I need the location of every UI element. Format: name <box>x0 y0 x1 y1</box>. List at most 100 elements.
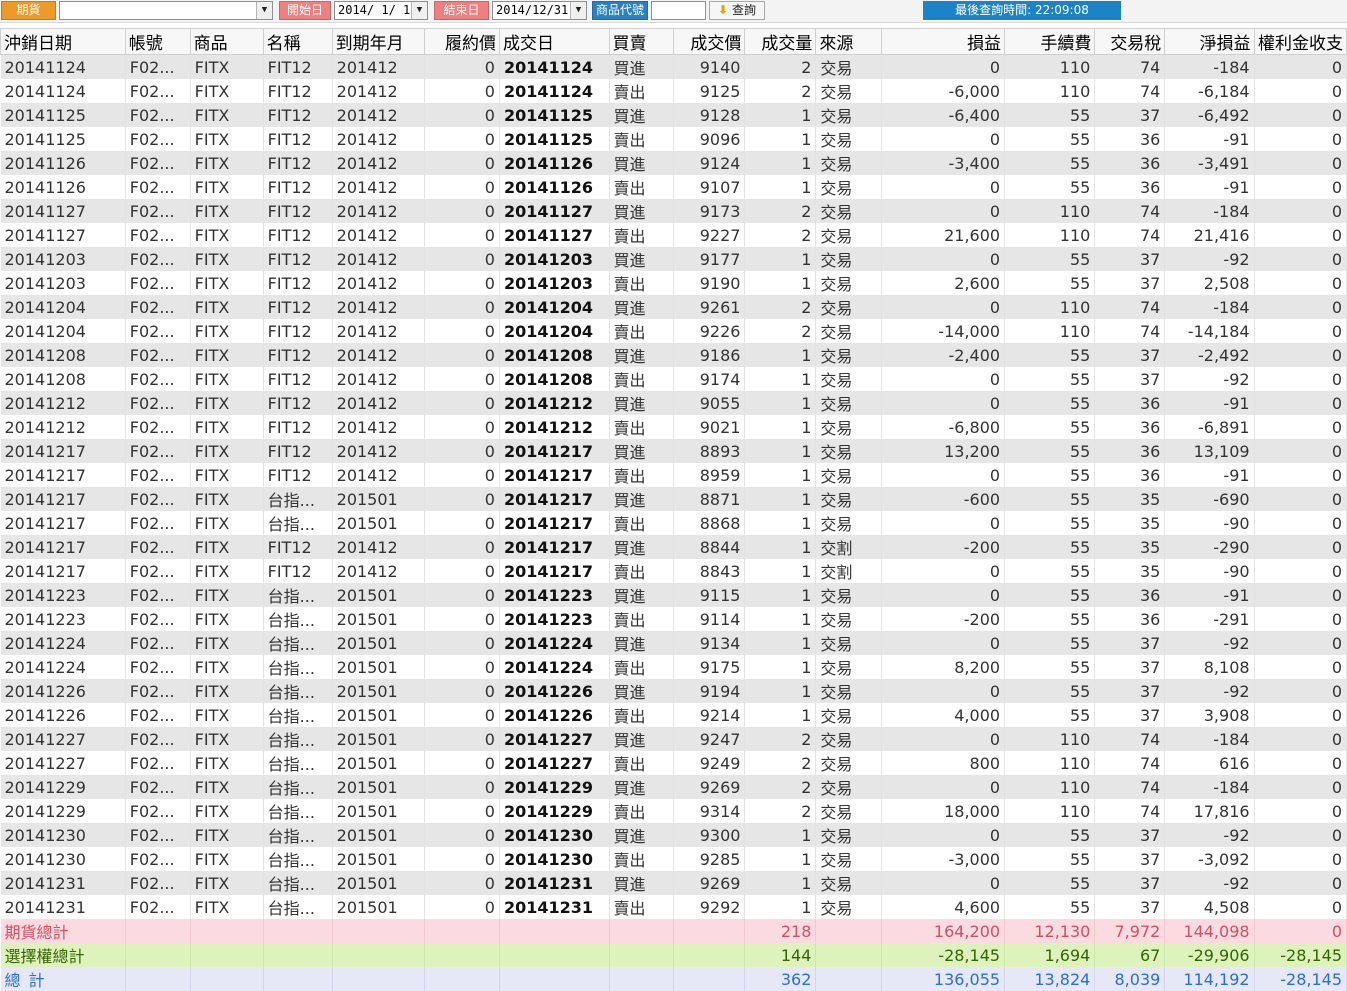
table-row[interactable]: 20141230 F02... FITX 台指... 201501 0 20141230 買進… <box>0 823 1347 847</box>
start-date-picker[interactable]: 2014/ 1/ 1 ▼ <box>334 1 428 20</box>
chevron-down-icon[interactable]: ▼ <box>411 2 427 19</box>
table-row[interactable]: 20141229 F02... FITX 台指... 201501 0 20141229 買進… <box>0 775 1347 799</box>
cell-trade-date: 20141227 <box>499 751 610 775</box>
table-row[interactable]: 20141208 F02... FITX FIT12 201412 0 20141208 賣出… <box>0 367 1347 391</box>
cell-strike: 0 <box>424 54 500 79</box>
cell-close-date: 20141217 <box>0 559 126 583</box>
grand-total-row[interactable]: 總計 362 136,055 13,824 8,039 114,192 -28,… <box>0 967 1347 991</box>
cell-fee: 55 <box>1004 511 1096 535</box>
cell-premium: 0 <box>1254 127 1347 151</box>
table-row[interactable]: 20141226 F02... FITX 台指... 201501 0 20141226 賣出… <box>0 703 1347 727</box>
chevron-down-icon[interactable]: ▼ <box>570 2 586 19</box>
col-header-pnl[interactable]: 損益 <box>881 28 1006 55</box>
table-row[interactable]: 20141127 F02... FITX FIT12 201412 0 20141127 買進… <box>0 199 1347 223</box>
cell-expiry: 201412 <box>332 79 425 103</box>
col-header-name[interactable]: 名稱 <box>262 28 333 55</box>
table-row[interactable]: 20141125 F02... FITX FIT12 201412 0 20141125 買進… <box>0 103 1347 127</box>
table-row[interactable]: 20141223 F02... FITX 台指... 201501 0 20141223 買進… <box>0 583 1347 607</box>
cell-volume: 2 <box>744 799 817 823</box>
cell-price: 9107 <box>673 175 746 199</box>
cell-side: 買進 <box>609 199 675 223</box>
table-row[interactable]: 20141230 F02... FITX 台指... 201501 0 20141230 賣出… <box>0 847 1347 871</box>
table-row[interactable]: 20141203 F02... FITX FIT12 201412 0 20141203 賣出… <box>0 271 1347 295</box>
cell-net-pnl: -92 <box>1164 679 1255 703</box>
col-header-trade-date[interactable]: 成交日 <box>498 28 610 55</box>
cell-volume: 1 <box>744 127 817 151</box>
table-row[interactable]: 20141231 F02... FITX 台指... 201501 0 20141231 買進… <box>0 871 1347 895</box>
table-row[interactable]: 20141227 F02... FITX 台指... 201501 0 20141227 賣出… <box>0 751 1347 775</box>
cell-product: FITX <box>190 127 264 151</box>
col-header-fee[interactable]: 手續費 <box>1004 28 1096 55</box>
cell-side: 買進 <box>609 823 675 847</box>
col-header-source[interactable]: 來源 <box>815 28 883 55</box>
col-header-premium[interactable]: 權利金收支 <box>1253 28 1347 55</box>
table-row[interactable]: 20141212 F02... FITX FIT12 201412 0 20141212 賣出… <box>0 415 1347 439</box>
cell-source: 交易 <box>815 799 883 823</box>
col-header-tax[interactable]: 交易稅 <box>1094 28 1166 55</box>
cell-strike: 0 <box>424 487 500 511</box>
cell-expiry: 201412 <box>332 535 425 559</box>
table-row[interactable]: 20141204 F02... FITX FIT12 201412 0 20141204 賣出… <box>0 319 1347 343</box>
summary-premium: -28,145 <box>1254 967 1347 991</box>
category-label[interactable]: 期貨 <box>1 1 56 20</box>
cell-source: 交易 <box>815 727 883 751</box>
cell-product: FITX <box>190 54 264 79</box>
col-header-close-date[interactable]: 沖銷日期 <box>0 28 126 55</box>
col-header-expiry[interactable]: 到期年月 <box>331 28 425 55</box>
table-row[interactable]: 20141217 F02... FITX FIT12 201412 0 20141217 買進… <box>0 439 1347 463</box>
table-row[interactable]: 20141229 F02... FITX 台指... 201501 0 20141229 賣出… <box>0 799 1347 823</box>
cell-expiry: 201501 <box>332 631 425 655</box>
table-row[interactable]: 20141212 F02... FITX FIT12 201412 0 20141212 買進… <box>0 391 1347 415</box>
cell-expiry: 201501 <box>332 895 425 919</box>
cell-product: FITX <box>190 319 264 343</box>
table-row[interactable]: 20141223 F02... FITX 台指... 201501 0 20141223 賣出… <box>0 607 1347 631</box>
table-row[interactable]: 20141227 F02... FITX 台指... 201501 0 20141227 買進… <box>0 727 1347 751</box>
table-row[interactable]: 20141124 F02... FITX FIT12 201412 0 20141124 賣出… <box>0 79 1347 103</box>
query-button[interactable]: ⬇ 查詢 <box>709 1 765 20</box>
cell-name: FIT12 <box>263 175 333 199</box>
table-row[interactable]: 20141127 F02... FITX FIT12 201412 0 20141127 賣出… <box>0 223 1347 247</box>
col-header-price[interactable]: 成交價 <box>673 28 746 55</box>
cell-close-date: 20141124 <box>0 54 126 79</box>
table-row[interactable]: 20141226 F02... FITX 台指... 201501 0 20141226 買進… <box>0 679 1347 703</box>
table-row[interactable]: 20141204 F02... FITX FIT12 201412 0 20141204 買進… <box>0 295 1347 319</box>
table-row[interactable]: 20141217 F02... FITX FIT12 201412 0 20141217 賣出… <box>0 559 1347 583</box>
table-row[interactable]: 20141126 F02... FITX FIT12 201412 0 20141126 賣出… <box>0 175 1347 199</box>
table-row[interactable]: 20141231 F02... FITX 台指... 201501 0 20141231 賣出… <box>0 895 1347 919</box>
cell-product: FITX <box>190 295 264 319</box>
account-select[interactable]: ▼ <box>59 1 273 20</box>
table-row[interactable]: 20141124 F02... FITX FIT12 201412 0 20141124 買進… <box>0 54 1347 79</box>
cell-close-date: 20141124 <box>0 79 126 103</box>
cell-premium: 0 <box>1254 535 1347 559</box>
cell-strike: 0 <box>424 463 500 487</box>
col-header-account[interactable]: 帳號 <box>124 28 191 55</box>
table-row[interactable]: 20141224 F02... FITX 台指... 201501 0 20141224 買進… <box>0 631 1347 655</box>
cell-account: F02... <box>125 127 191 151</box>
table-row[interactable]: 20141217 F02... FITX FIT12 201412 0 20141217 賣出… <box>0 463 1347 487</box>
table-row[interactable]: 20141126 F02... FITX FIT12 201412 0 20141126 買進… <box>0 151 1347 175</box>
table-row[interactable]: 20141203 F02... FITX FIT12 201412 0 20141203 買進… <box>0 247 1347 271</box>
cell-trade-date: 20141230 <box>499 847 610 871</box>
cell-expiry: 201501 <box>332 775 425 799</box>
table-row[interactable]: 20141217 F02... FITX FIT12 201412 0 20141217 買進… <box>0 535 1347 559</box>
col-header-net-pnl[interactable]: 淨損益 <box>1164 28 1255 55</box>
table-row[interactable]: 20141125 F02... FITX FIT12 201412 0 20141125 賣出… <box>0 127 1347 151</box>
col-header-product[interactable]: 商品 <box>189 28 264 55</box>
col-header-strike[interactable]: 履約價 <box>423 28 500 55</box>
table-row[interactable]: 20141208 F02... FITX FIT12 201412 0 20141208 買進… <box>0 343 1347 367</box>
table-row[interactable]: 20141224 F02... FITX 台指... 201501 0 20141224 賣出… <box>0 655 1347 679</box>
cell-price: 9021 <box>673 415 746 439</box>
col-header-volume[interactable]: 成交量 <box>744 28 817 55</box>
cell-volume: 1 <box>744 847 817 871</box>
options-total-row[interactable]: 選擇權總計 144 -28,145 1,694 67 -29,906 -28,1… <box>0 943 1347 967</box>
summary-net: 114,192 <box>1164 967 1255 991</box>
cell-trade-date: 20141125 <box>499 127 610 151</box>
table-row[interactable]: 20141217 F02... FITX 台指... 201501 0 20141217 買進… <box>0 487 1347 511</box>
col-header-side[interactable]: 買賣 <box>608 28 675 55</box>
product-code-input[interactable] <box>651 1 706 20</box>
chevron-down-icon[interactable]: ▼ <box>256 2 272 19</box>
end-date-picker[interactable]: 2014/12/31 ▼ <box>492 1 587 20</box>
table-row[interactable]: 20141217 F02... FITX 台指... 201501 0 20141217 賣出… <box>0 511 1347 535</box>
futures-total-row[interactable]: 期貨總計 218 164,200 12,130 7,972 144,098 0 <box>0 919 1347 943</box>
cell-close-date: 20141229 <box>0 799 126 823</box>
